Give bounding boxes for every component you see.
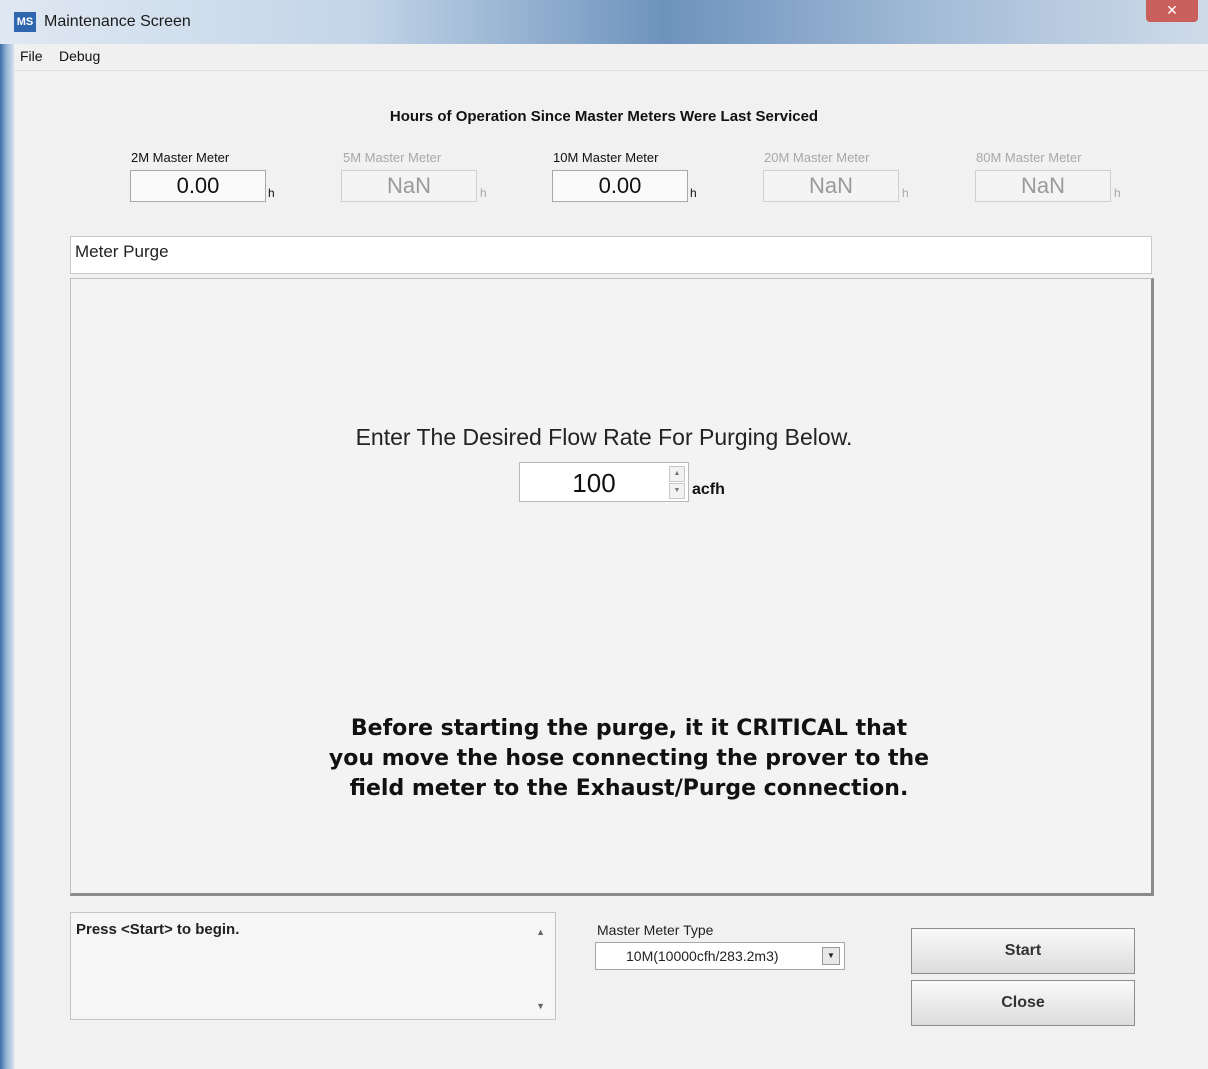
- menu-debug[interactable]: Debug: [59, 48, 100, 64]
- meter-20m-unit: h: [902, 186, 909, 200]
- app-icon: MS: [14, 12, 36, 32]
- meter-purge-header: Meter Purge: [70, 236, 1152, 274]
- chevron-down-icon[interactable]: ▼: [822, 947, 840, 965]
- meter-5m-label: 5M Master Meter: [343, 150, 442, 165]
- meter-10m-unit: h: [690, 186, 697, 200]
- master-meter-type-value: 10M(10000cfh/283.2m3): [626, 948, 779, 964]
- meter-10m-label: 10M Master Meter: [553, 150, 659, 165]
- meter-20m-hours-field: NaN: [763, 170, 899, 202]
- status-message: Press <Start> to begin.: [76, 921, 240, 938]
- menu-bar: File Debug: [14, 44, 1208, 71]
- status-textbox[interactable]: Press <Start> to begin. ▲ ▼: [70, 912, 556, 1020]
- scroll-down-icon[interactable]: ▼: [536, 1001, 545, 1011]
- menu-file[interactable]: File: [20, 48, 43, 64]
- flow-rate-prompt: Enter The Desired Flow Rate For Purging …: [355, 424, 853, 450]
- meter-5m-hours-field: NaN: [341, 170, 477, 202]
- purge-warning: Before starting the purge, it it CRITICA…: [0, 714, 1208, 804]
- master-meter-type-select[interactable]: 10M(10000cfh/283.2m3) ▼: [595, 942, 845, 970]
- hours-heading: Hours of Operation Since Master Meters W…: [389, 108, 819, 125]
- meter-5m-unit: h: [480, 186, 487, 200]
- meter-2m-hours-field: 0.00: [130, 170, 266, 202]
- scroll-up-icon[interactable]: ▲: [536, 927, 545, 937]
- master-meter-type-label: Master Meter Type: [597, 922, 714, 938]
- purge-warning-line: Before starting the purge, it it CRITICA…: [350, 716, 908, 741]
- purge-warning-line: you move the hose connecting the prover …: [328, 746, 930, 771]
- window-close-button[interactable]: ✕: [1146, 0, 1198, 22]
- flow-rate-value[interactable]: 100: [520, 463, 668, 503]
- purge-warning-line: field meter to the Exhaust/Purge connect…: [349, 776, 909, 801]
- window-title: Maintenance Screen: [44, 13, 191, 30]
- flow-rate-spinbox[interactable]: 100 ▲ ▼: [519, 462, 689, 502]
- meter-2m-unit: h: [268, 186, 275, 200]
- flow-rate-unit: acfh: [692, 481, 725, 498]
- meter-2m-label: 2M Master Meter: [131, 150, 230, 165]
- window-frame: [0, 0, 14, 1069]
- title-bar: MS Maintenance Screen ✕: [0, 0, 1208, 44]
- spin-up-icon[interactable]: ▲: [669, 466, 685, 482]
- meter-80m-hours-field: NaN: [975, 170, 1111, 202]
- close-button[interactable]: Close: [911, 980, 1135, 1026]
- meter-80m-unit: h: [1114, 186, 1121, 200]
- meter-80m-label: 80M Master Meter: [976, 150, 1082, 165]
- spin-down-icon[interactable]: ▼: [669, 483, 685, 499]
- start-button[interactable]: Start: [911, 928, 1135, 974]
- meter-10m-hours-field: 0.00: [552, 170, 688, 202]
- meter-20m-label: 20M Master Meter: [764, 150, 870, 165]
